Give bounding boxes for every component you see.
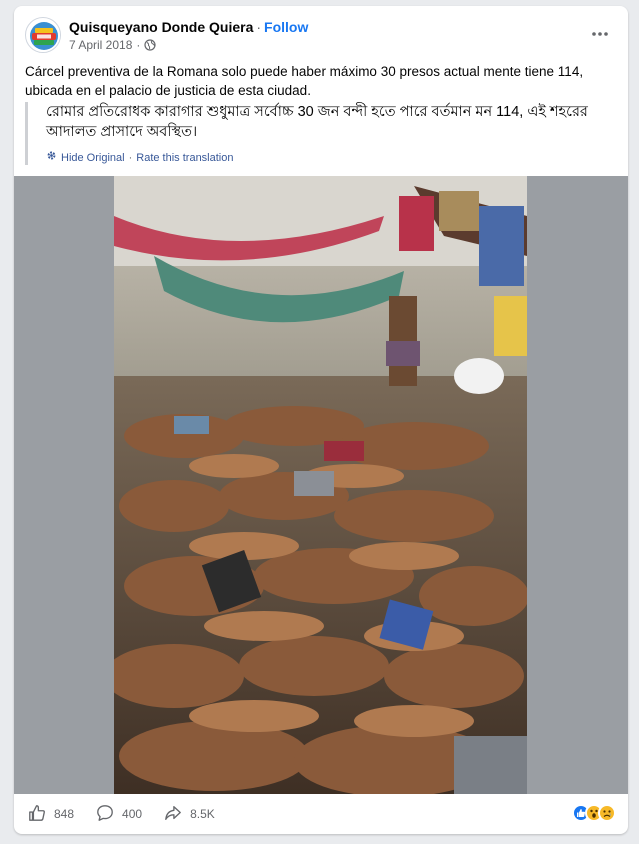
translate-gear-icon[interactable] bbox=[46, 150, 57, 165]
author-line: Quisqueyano Donde Quiera · Follow bbox=[69, 18, 308, 36]
like-button[interactable]: 848 bbox=[28, 804, 74, 825]
comment-bubble-icon bbox=[96, 804, 114, 825]
share-count: 8.5K bbox=[190, 807, 215, 821]
share-button[interactable]: 8.5K bbox=[164, 804, 215, 825]
share-arrow-icon bbox=[164, 804, 182, 825]
follow-button[interactable]: Follow bbox=[264, 19, 308, 35]
author-separator: · bbox=[256, 19, 262, 35]
thumbs-up-icon bbox=[28, 804, 46, 825]
post-photo[interactable] bbox=[114, 176, 527, 794]
translation-block: রোমার প্রতিরোধক কারাগার শুধুমাত্র সর্বোচ… bbox=[25, 102, 615, 165]
post-meta: 7 April 2018 · bbox=[69, 37, 156, 53]
rate-translation-link[interactable]: Rate this translation bbox=[136, 151, 233, 165]
photo-frame bbox=[14, 176, 628, 794]
post-header: Quisqueyano Donde Quiera · Follow 7 April … bbox=[14, 6, 628, 62]
page-avatar[interactable] bbox=[25, 17, 61, 53]
reaction-summary[interactable] bbox=[572, 804, 616, 822]
like-count: 848 bbox=[54, 807, 75, 821]
post-date[interactable]: 7 April 2018 bbox=[69, 37, 132, 53]
comment-count: 400 bbox=[122, 807, 143, 821]
post-card: Quisqueyano Donde Quiera · Follow 7 April … bbox=[14, 6, 628, 834]
globe-icon bbox=[144, 39, 156, 51]
hide-original-link[interactable]: Hide Original bbox=[61, 151, 125, 165]
post-text: Cárcel preventiva de la Romana solo pued… bbox=[25, 64, 584, 98]
more-options-icon[interactable] bbox=[586, 20, 614, 48]
translation-separator: · bbox=[128, 151, 133, 164]
sad-reaction-icon bbox=[598, 804, 616, 822]
date-separator: · bbox=[136, 38, 141, 52]
translation-links: Hide Original · Rate this translation bbox=[46, 150, 615, 165]
author-name[interactable]: Quisqueyano Donde Quiera bbox=[69, 19, 253, 35]
post-footer: 848 400 8.5K bbox=[14, 794, 628, 834]
translation-text: রোমার প্রতিরোধক কারাগার শুধুমাত্র সর্বোচ… bbox=[46, 104, 588, 140]
comment-button[interactable]: 400 bbox=[96, 804, 142, 825]
